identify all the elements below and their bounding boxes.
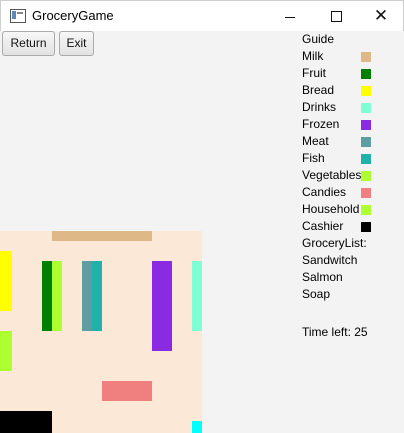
fruit-shelf	[42, 261, 52, 331]
app-icon	[10, 9, 26, 23]
cashier-counter	[0, 411, 52, 433]
guide-label: Candies	[302, 185, 347, 199]
minimize-icon	[285, 16, 295, 18]
guide-label: Drinks	[302, 100, 337, 114]
candies-swatch	[361, 188, 371, 198]
guide-label: Fish	[302, 151, 325, 165]
window-title: GroceryGame	[32, 8, 114, 23]
guide-label: Frozen	[302, 117, 340, 131]
return-button[interactable]: Return	[2, 31, 55, 56]
fruit-swatch	[361, 69, 371, 79]
meat-shelf	[82, 261, 92, 331]
guide-label: Fruit	[302, 66, 326, 80]
fish-swatch	[361, 154, 371, 164]
maximize-icon	[330, 10, 342, 22]
cashier-swatch	[361, 222, 371, 232]
drinks-shelf	[192, 261, 202, 331]
frozen-shelf	[152, 261, 172, 351]
frozen-swatch	[361, 120, 371, 130]
grocery-list-item: Soap	[302, 287, 331, 301]
store-map	[0, 231, 202, 433]
guide-label: Meat	[302, 134, 329, 148]
close-button[interactable]: ✕	[358, 1, 404, 31]
title-bar: GroceryGame ✕	[0, 0, 404, 31]
grocery-list-item: Sandwitch	[302, 253, 358, 267]
household-shelf	[0, 331, 12, 371]
milk-shelf	[52, 231, 152, 241]
meat-swatch	[361, 137, 371, 147]
close-icon: ✕	[373, 6, 389, 25]
drinks-swatch	[361, 103, 371, 113]
milk-swatch	[361, 52, 371, 62]
household-swatch	[361, 205, 371, 215]
fish-shelf	[92, 261, 102, 331]
candies-shelf	[102, 381, 152, 401]
guide-label: Household	[302, 202, 360, 216]
guide-label: Cashier	[302, 219, 344, 233]
guide-label: Bread	[302, 83, 335, 97]
bread-swatch	[361, 86, 371, 96]
guide-heading: Guide	[302, 32, 335, 46]
minimize-button[interactable]	[267, 1, 313, 31]
guide-label: Vegetables	[302, 168, 362, 182]
grocery-list-item: Salmon	[302, 270, 343, 284]
exit-tile	[192, 421, 202, 433]
vegetables-swatch	[361, 171, 371, 181]
bread-shelf	[0, 251, 12, 311]
maximize-button[interactable]	[313, 1, 359, 31]
vegetables-shelf	[52, 261, 62, 331]
grocery-list-heading: GroceryList:	[302, 236, 367, 250]
exit-button[interactable]: Exit	[59, 31, 94, 56]
time-left-label: Time left: 25	[302, 325, 368, 339]
guide-label: Milk	[302, 49, 324, 63]
